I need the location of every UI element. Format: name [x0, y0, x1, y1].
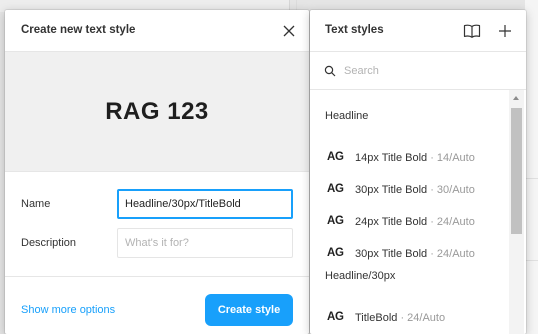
text-style-icon: AG [327, 151, 344, 163]
create-style-button[interactable]: Create style [205, 294, 293, 326]
text-style-meta: · 14/Auto [427, 152, 475, 164]
text-styles-panel: Text styles Headline AG 14px Title Bold … [310, 10, 526, 334]
canvas-line [525, 260, 538, 261]
panel-title: Text styles [325, 24, 384, 36]
text-style-item[interactable]: AG 24px Title Bold · 24/Auto [310, 206, 510, 238]
style-name-input[interactable] [117, 189, 293, 219]
text-style-icon: AG [327, 215, 344, 227]
plus-icon[interactable] [497, 23, 513, 39]
text-style-meta: · 24/Auto [427, 216, 475, 228]
search-input[interactable] [340, 60, 510, 82]
text-style-item[interactable]: AG TitleBold · 24/Auto [310, 302, 510, 334]
text-style-item[interactable]: AG 30px Title Bold · 24/Auto [310, 238, 510, 270]
text-style-item[interactable]: AG 30px Title Bold · 30/Auto [310, 174, 510, 206]
dialog-title: Create new text style [21, 24, 136, 36]
library-book-icon[interactable] [463, 23, 481, 39]
show-more-options-link[interactable]: Show more options [21, 304, 115, 316]
description-label: Description [21, 237, 77, 249]
style-preview: RAG 123 [5, 52, 309, 172]
text-style-name: TitleBold [355, 312, 398, 324]
text-style-item[interactable]: AG 14px Title Bold · 14/Auto [310, 142, 510, 174]
name-label: Name [21, 198, 51, 210]
search-bar [310, 52, 526, 90]
text-style-name: 14px Title Bold [355, 152, 428, 164]
close-icon[interactable] [281, 23, 297, 39]
text-style-icon: AG [327, 183, 344, 195]
panel-header: Text styles [310, 10, 526, 52]
group-header-headline-30px: Headline/30px [325, 270, 396, 282]
text-style-icon: AG [327, 247, 344, 259]
description-input[interactable] [117, 228, 293, 258]
text-style-name: 30px Title Bold [355, 184, 428, 196]
text-style-name: 24px Title Bold [355, 216, 428, 228]
create-text-style-dialog: Create new text style RAG 123 Name Descr… [5, 10, 309, 334]
text-style-meta: · 24/Auto [427, 248, 475, 260]
canvas-line [525, 178, 538, 179]
text-style-name: 30px Title Bold [355, 248, 428, 260]
dialog-header: Create new text style [5, 10, 309, 52]
text-style-meta: · 30/Auto [427, 184, 475, 196]
preview-text: RAG 123 [105, 98, 209, 125]
text-style-meta: · 24/Auto [397, 312, 446, 324]
footer-divider [5, 276, 309, 277]
canvas-background-right [525, 0, 538, 334]
search-icon [324, 65, 336, 77]
group-header-headline: Headline [325, 110, 369, 122]
scroll-up-arrow-icon[interactable] [513, 96, 519, 100]
text-styles-list: Headline AG 14px Title Bold · 14/Auto AG… [310, 90, 510, 334]
text-style-icon: AG [327, 311, 344, 323]
scrollbar-thumb[interactable] [511, 108, 522, 234]
